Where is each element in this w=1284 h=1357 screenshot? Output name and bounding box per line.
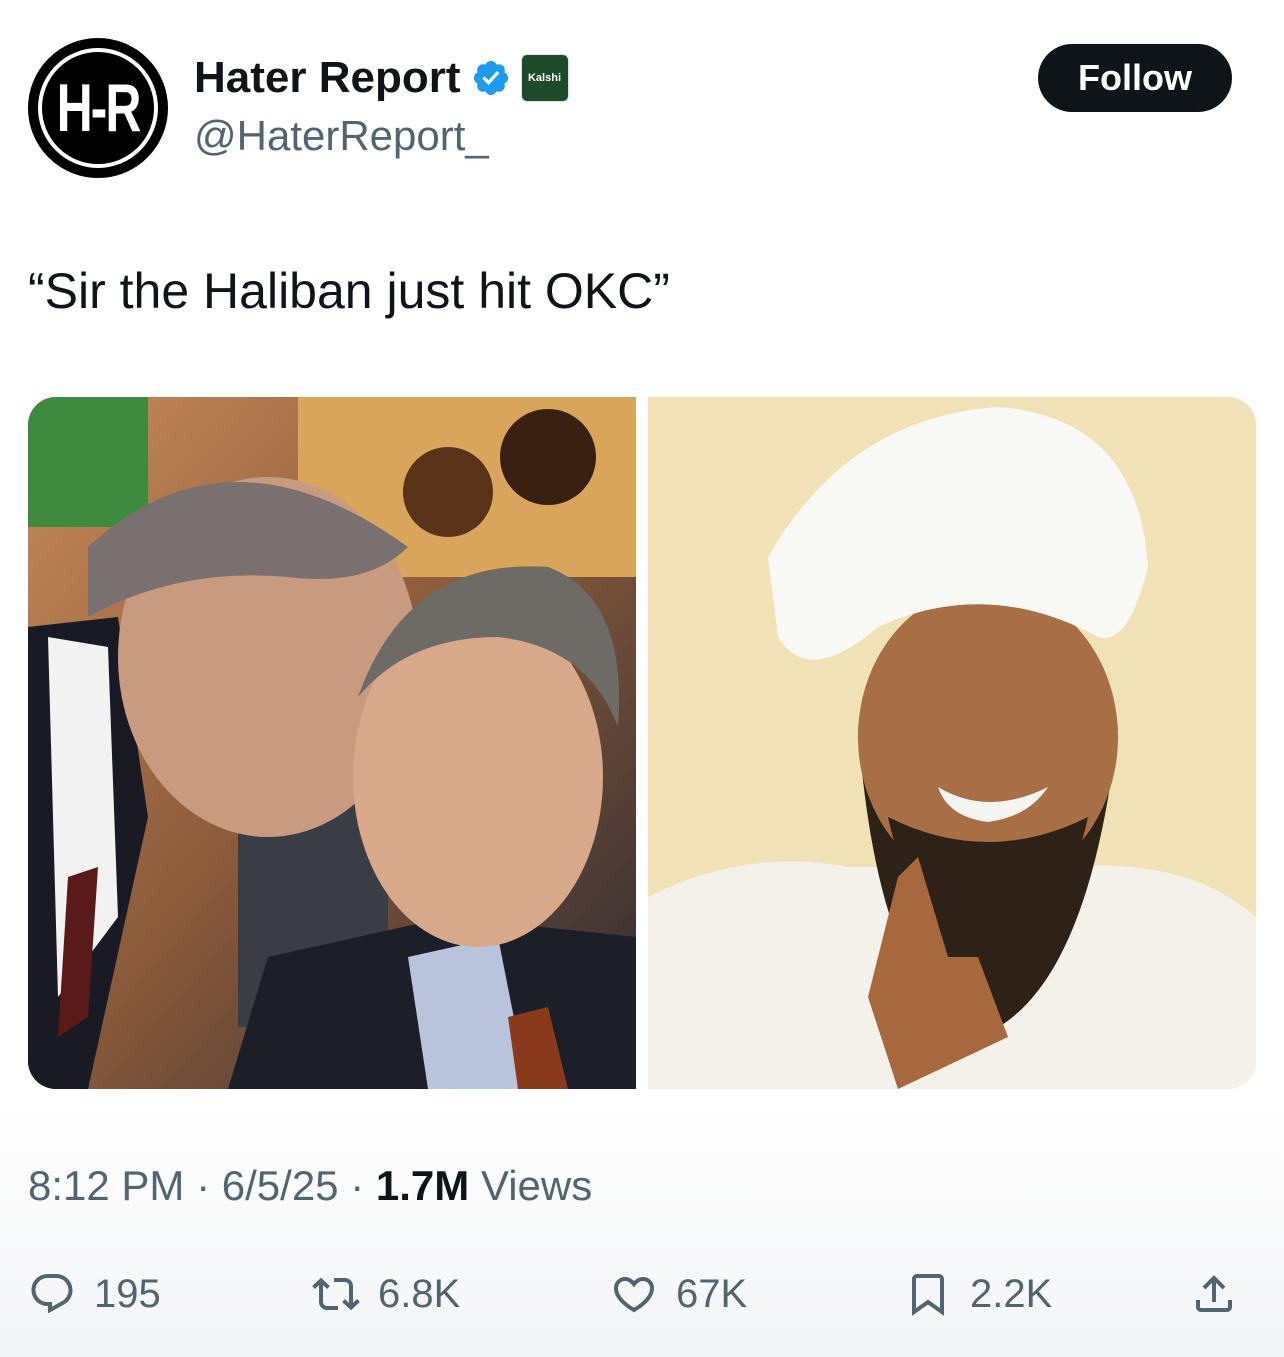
author-name-row: Hater Report Kalshi — [194, 52, 569, 104]
action-bar: 195 6.8K 67K 2.2K — [28, 1264, 1256, 1324]
heart-icon — [613, 1277, 655, 1313]
avatar-logo-text: H-R — [56, 70, 142, 146]
media-photo-right[interactable] — [648, 397, 1256, 1089]
author-handle[interactable]: @HaterReport_ — [194, 112, 489, 160]
bookmark-count: 2.2K — [970, 1271, 1053, 1316]
photo-whisper-scene-icon — [28, 397, 636, 1089]
tweet-date[interactable]: 6/5/25 — [222, 1162, 339, 1209]
display-name[interactable]: Hater Report — [194, 53, 461, 103]
like-count: 67K — [676, 1271, 748, 1316]
affiliate-badge[interactable]: Kalshi — [520, 54, 569, 102]
like-button[interactable]: 67K — [610, 1264, 747, 1324]
media-photo-left[interactable] — [28, 397, 636, 1089]
reply-button[interactable]: 195 — [28, 1264, 161, 1324]
avatar-ring: H-R — [38, 48, 158, 168]
repost-icon — [312, 1277, 360, 1311]
verified-badge-icon — [473, 60, 508, 96]
reply-count: 195 — [94, 1271, 161, 1316]
photo-man-turban-icon — [648, 397, 1256, 1089]
bookmark-button[interactable]: 2.2K — [904, 1264, 1052, 1324]
repost-count: 6.8K — [378, 1271, 461, 1316]
repost-button[interactable]: 6.8K — [312, 1264, 460, 1324]
meta-separator: · — [196, 1162, 211, 1209]
bookmark-icon — [912, 1274, 944, 1316]
share-icon — [1196, 1275, 1232, 1312]
tweet-meta: 8:12 PM · 6/5/25 · 1.7M Views — [28, 1162, 592, 1210]
views-label: Views — [480, 1162, 593, 1209]
share-button[interactable] — [1190, 1264, 1238, 1324]
tweet-time[interactable]: 8:12 PM — [28, 1162, 184, 1209]
follow-button[interactable]: Follow — [1038, 44, 1232, 112]
avatar[interactable]: H-R — [28, 38, 168, 178]
tweet-text: “Sir the Haliban just hit OKC” — [28, 263, 670, 319]
affiliate-label: Kalshi — [527, 72, 561, 84]
reply-icon — [31, 1274, 73, 1314]
views-count: 1.7M — [375, 1162, 470, 1209]
meta-separator-2: · — [350, 1162, 365, 1209]
media-grid — [28, 397, 1256, 1089]
